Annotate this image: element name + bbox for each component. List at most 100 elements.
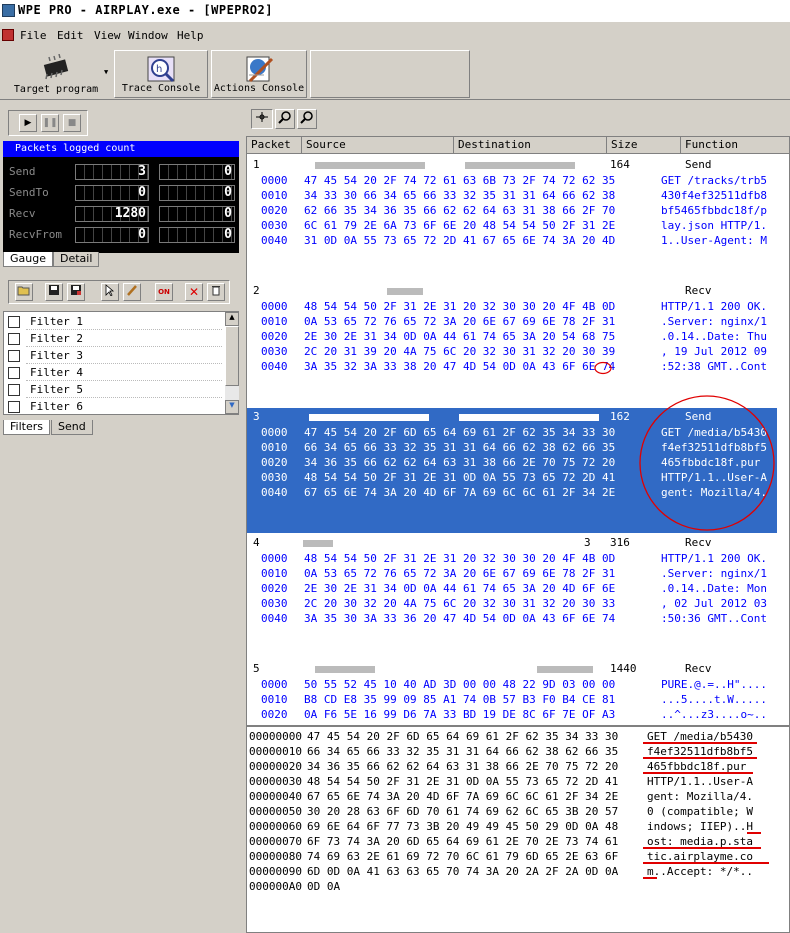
filter-checkbox-6[interactable] (8, 401, 20, 413)
annotation-underline (643, 847, 761, 849)
trash-icon[interactable] (207, 283, 225, 301)
open-icon[interactable] (15, 283, 33, 301)
packet-number: 1 (253, 158, 260, 171)
menu-file[interactable]: File (20, 29, 47, 42)
stats-tabs: Gauge Detail (3, 252, 239, 268)
filter-row-2[interactable]: Filter 2 (6, 330, 222, 347)
packet-entry-5[interactable]: 5 1440 Recv 0000 50 55 52 45 10 40 AD 3D … (247, 660, 777, 725)
menu-edit[interactable]: Edit (57, 29, 84, 42)
col-source[interactable]: Source (302, 137, 454, 154)
counter-recvfrom-2: 0 (159, 227, 235, 243)
pause-icon[interactable]: ❚❚ (41, 114, 59, 132)
packets-logged-title: Packets logged count (3, 141, 239, 157)
cursor-icon[interactable] (101, 283, 119, 301)
packet-entry-1[interactable]: 1 164 Send 0000 47 45 54 20 2F 74 72 61 6… (247, 156, 777, 266)
menu-help[interactable]: Help (177, 29, 204, 42)
annotation-underline (643, 862, 769, 864)
filters-scroll-thumb[interactable] (225, 326, 239, 386)
packet-size: 316 (610, 536, 630, 549)
tab-detail[interactable]: Detail (53, 252, 100, 267)
trace-icon: h (147, 56, 175, 83)
search-icon[interactable] (275, 109, 295, 129)
redacted-destination (465, 162, 575, 169)
stat-label-sendto: SendTo (9, 186, 49, 199)
col-destination[interactable]: Destination (454, 137, 607, 154)
filter-label-5: Filter 5 (30, 383, 83, 396)
menu-bar: File Edit View Window Help (0, 27, 790, 45)
packet-function: Recv (685, 284, 712, 297)
scroll-down-icon[interactable]: ▼ (225, 400, 239, 414)
packet-header[interactable]: 4 3 316 Recv (247, 534, 777, 550)
play-icon[interactable]: ▶ (19, 114, 37, 132)
tab-filters[interactable]: Filters (3, 420, 50, 435)
filter-label-1: Filter 1 (30, 315, 83, 328)
counter-send-2: 0 (159, 164, 235, 180)
packet-number: 4 (253, 536, 260, 549)
filter-row-1[interactable]: Filter 1 (6, 313, 222, 330)
packet-header[interactable]: 2 Recv (247, 282, 777, 298)
filter-checkbox-2[interactable] (8, 333, 20, 345)
col-size[interactable]: Size (607, 137, 681, 154)
annotation-circle-large (639, 395, 775, 531)
col-function[interactable]: Function (681, 137, 789, 154)
stat-label-send: Send (9, 165, 36, 178)
packet-entry-4[interactable]: 4 3 316 Recv 0000 48 54 54 50 2F 31 2E 31… (247, 534, 777, 644)
save-as-icon[interactable] (67, 283, 85, 301)
search-next-icon[interactable] (297, 109, 317, 129)
redacted-destination (459, 414, 599, 421)
redacted-source (309, 414, 429, 421)
filter-label-4: Filter 4 (30, 366, 83, 379)
save-icon[interactable] (45, 283, 63, 301)
trace-console-button[interactable]: h Trace Console (114, 50, 208, 98)
filter-row-3[interactable]: Filter 3 (6, 347, 222, 364)
filter-checkbox-3[interactable] (8, 350, 20, 362)
filter-label-6: Filter 6 (30, 400, 83, 413)
annotation-underline (643, 772, 753, 774)
scroll-up-icon[interactable]: ▲ (225, 312, 239, 326)
toolbar-spacer (310, 50, 470, 98)
document-icon[interactable] (2, 29, 14, 41)
annotation-circle-small (594, 361, 612, 375)
filter-tabs: Filters Send (3, 420, 239, 436)
stop-icon[interactable]: ■ (63, 114, 81, 132)
capture-controls: ▶ ❚❚ ■ (8, 110, 88, 136)
target-program-label: Target program (13, 84, 99, 95)
col-packet[interactable]: Packet (247, 137, 302, 154)
title-bar: WPE PRO - AIRPLAY.exe - [WPEPRO2] (0, 0, 790, 22)
packet-size: 162 (610, 410, 630, 423)
edit-icon[interactable] (123, 283, 141, 301)
filter-row-6[interactable]: Filter 6 (6, 398, 222, 415)
annotation-underline (643, 877, 657, 879)
app-icon[interactable] (2, 4, 15, 17)
packet-header[interactable]: 1 164 Send (247, 156, 777, 172)
packet-function: Send (685, 158, 712, 171)
tab-gauge[interactable]: Gauge (3, 252, 53, 267)
redacted-source (315, 162, 425, 169)
svg-text:h: h (156, 64, 162, 75)
filter-checkbox-4[interactable] (8, 367, 20, 379)
target-program-button[interactable]: ▼ Target program (2, 50, 110, 98)
filter-checkbox-1[interactable] (8, 316, 20, 328)
menu-view[interactable]: View (94, 29, 121, 42)
filters-scrollbar[interactable]: ▲ ▼ (225, 312, 239, 414)
filter-checkbox-5[interactable] (8, 384, 20, 396)
tab-send[interactable]: Send (51, 420, 93, 435)
dropdown-arrow-icon[interactable]: ▼ (104, 68, 108, 76)
packet-entry-2[interactable]: 2 Recv 0000 48 54 54 50 2F 31 2E 31 20 32… (247, 282, 777, 392)
filter-zoom-icon[interactable] (251, 109, 273, 129)
packet-header[interactable]: 5 1440 Recv (247, 660, 777, 676)
menu-window[interactable]: Window (128, 29, 168, 42)
filter-label-2: Filter 2 (30, 332, 83, 345)
actions-console-label: Actions Console (213, 83, 305, 94)
on-icon[interactable]: ON (155, 283, 173, 301)
filter-row-5[interactable]: Filter 5 (6, 381, 222, 398)
counter-recv-2: 0 (159, 206, 235, 222)
filter-row-4[interactable]: Filter 4 (6, 364, 222, 381)
actions-icon (246, 56, 274, 83)
packets-logged-panel: Packets logged count Send 3 0 SendTo 0 0… (3, 141, 239, 253)
packet-dump-pane[interactable]: 00000000 47 45 54 20 2F 6D 65 64 69 61 2F… (246, 726, 790, 933)
actions-console-button[interactable]: Actions Console (211, 50, 307, 98)
redacted-source (387, 288, 423, 295)
delete-icon[interactable]: ✕ (185, 283, 203, 301)
chip-icon (43, 54, 69, 80)
